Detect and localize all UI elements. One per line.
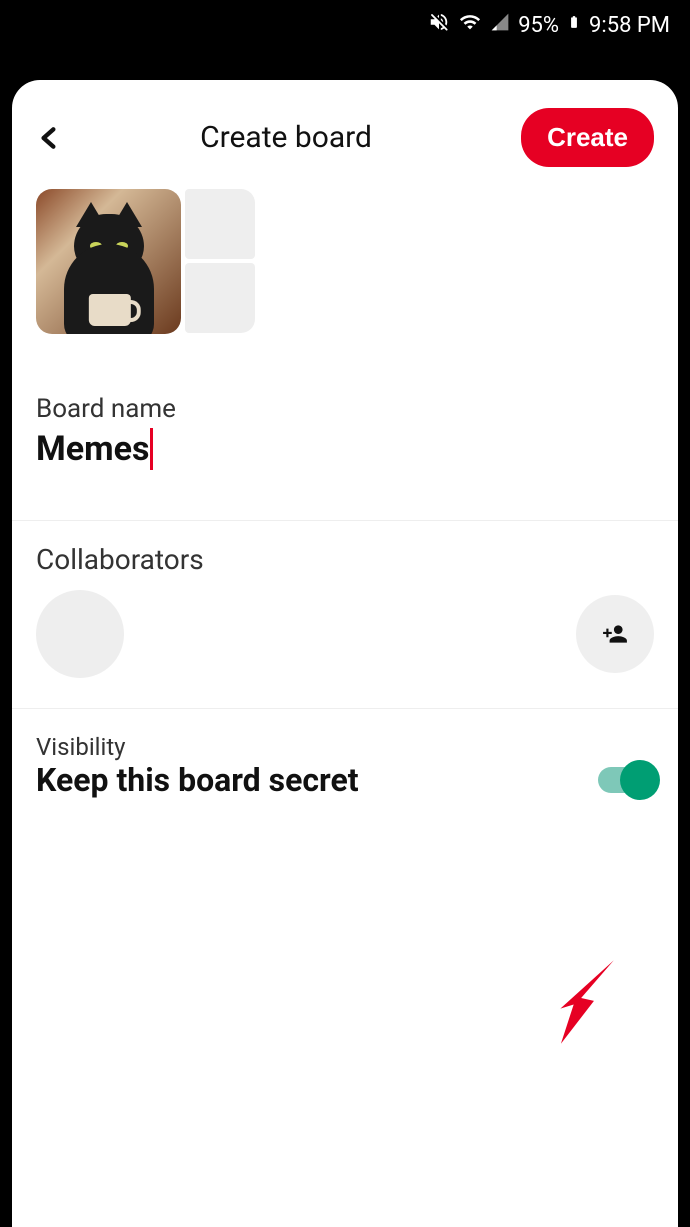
board-name-input[interactable]: Memes (36, 428, 654, 470)
battery-icon (567, 11, 581, 39)
pin-thumbnail-main (36, 189, 181, 334)
secret-board-label: Keep this board secret (36, 761, 359, 799)
page-title: Create board (51, 120, 521, 155)
person-add-icon (600, 621, 630, 647)
board-preview (36, 189, 678, 334)
collaborators-section: Collaborators (12, 521, 678, 709)
secret-board-toggle[interactable] (598, 767, 654, 793)
annotation-arrow (536, 950, 626, 1050)
status-icons: 95% 9:58 PM (428, 11, 670, 39)
collaborator-avatar[interactable] (36, 590, 124, 678)
board-name-value: Memes (36, 429, 149, 469)
wifi-icon (458, 11, 482, 39)
time: 9:58 PM (589, 13, 670, 38)
create-board-sheet: Create board Create Board name Memes Col… (12, 80, 678, 1227)
board-name-section: Board name Memes (12, 394, 678, 521)
text-cursor (150, 428, 153, 470)
visibility-label: Visibility (36, 733, 654, 761)
board-name-label: Board name (36, 394, 654, 424)
create-button[interactable]: Create (521, 108, 654, 167)
visibility-section: Visibility Keep this board secret (12, 709, 678, 799)
battery-percent: 95% (518, 13, 559, 38)
status-bar: 95% 9:58 PM (0, 0, 690, 50)
vibrate-icon (428, 11, 450, 39)
pin-thumbnail-empty (185, 263, 255, 333)
add-collaborator-button[interactable] (576, 595, 654, 673)
collaborators-label: Collaborators (36, 543, 654, 576)
signal-icon (490, 12, 510, 38)
header: Create board Create (12, 80, 678, 185)
pin-thumbnail-empty (185, 189, 255, 259)
